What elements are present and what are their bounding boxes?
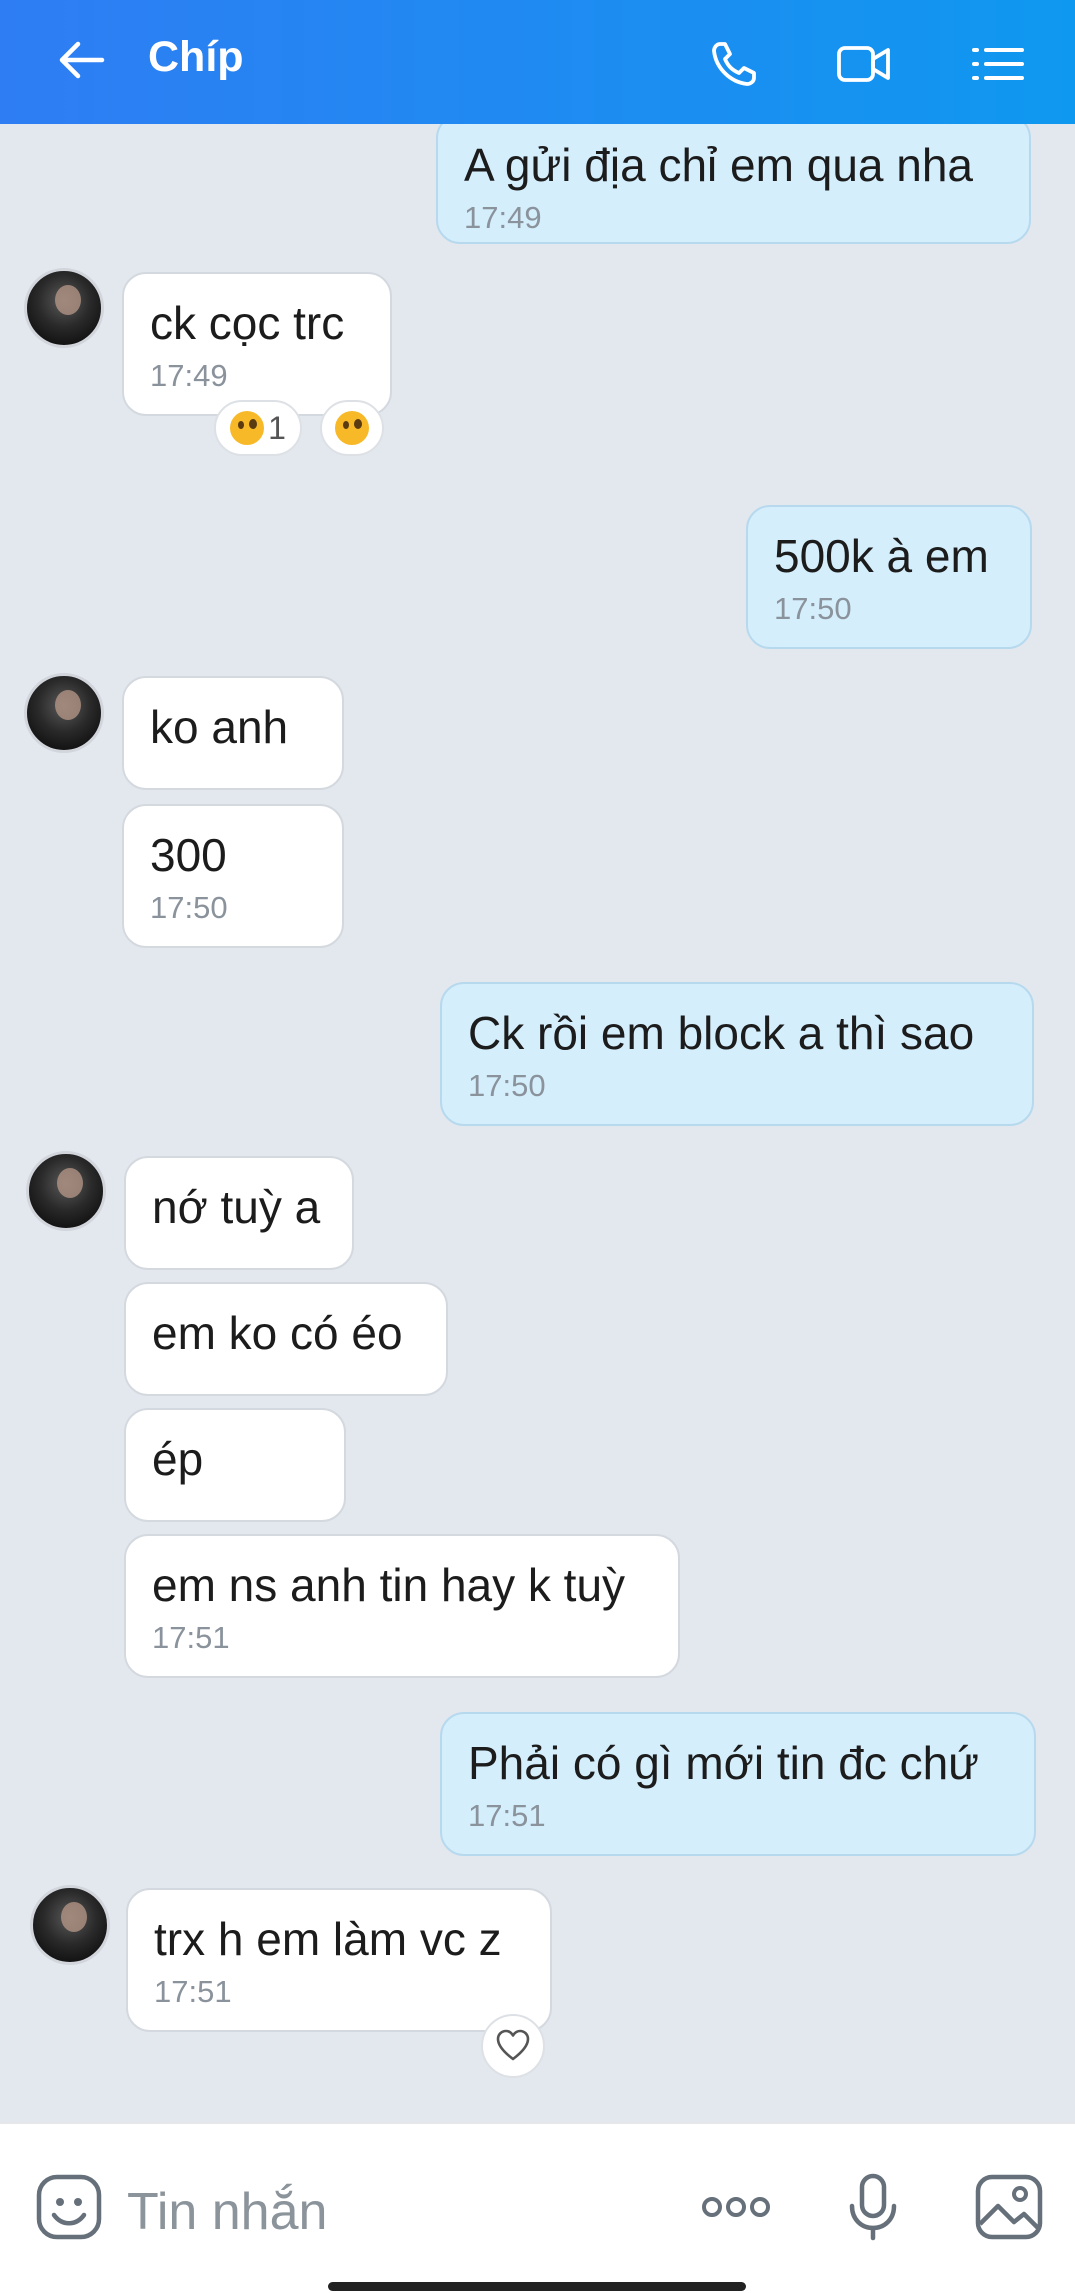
message-time: 17:51 <box>154 1974 232 2009</box>
flushed-face-icon <box>335 411 369 445</box>
message-time: 17:51 <box>468 1798 546 1833</box>
message-time: 17:50 <box>468 1068 546 1103</box>
outgoing-message[interactable]: Ck rồi em block a thì sao 17:50 <box>440 982 1034 1126</box>
incoming-message[interactable]: 300 17:50 <box>122 804 344 948</box>
reaction-badge[interactable]: 1 <box>214 400 302 456</box>
message-input[interactable]: Tin nhắn <box>127 2182 327 2242</box>
message-text: trx h em làm vc z <box>154 1913 502 1965</box>
flushed-face-icon <box>230 411 265 445</box>
incoming-message[interactable]: em ko có éo <box>124 1282 448 1396</box>
avatar[interactable] <box>30 1885 110 1965</box>
message-time: 17:49 <box>464 200 542 235</box>
message-text: ck cọc trc <box>150 297 345 349</box>
more-icon[interactable] <box>698 2172 774 2242</box>
sticker-icon[interactable] <box>34 2172 104 2242</box>
home-indicator[interactable] <box>328 2282 746 2291</box>
message-text: ép <box>152 1433 204 1485</box>
back-arrow-icon[interactable] <box>52 30 112 90</box>
reaction-button[interactable] <box>320 400 384 456</box>
message-text: A gửi địa chỉ em qua nha <box>464 139 974 191</box>
message-text: nớ tuỳ a <box>152 1181 321 1233</box>
message-text: em ns anh tin hay k tuỳ <box>152 1559 626 1611</box>
video-icon[interactable] <box>834 34 894 94</box>
contact-name[interactable]: Chíp <box>148 33 244 82</box>
avatar[interactable] <box>24 673 104 753</box>
incoming-message[interactable]: ép <box>124 1408 346 1522</box>
outgoing-message[interactable]: A gửi địa chỉ em qua nha 17:49 <box>436 124 1031 244</box>
incoming-message[interactable]: ko anh <box>122 676 344 790</box>
message-text: Ck rồi em block a thì sao <box>468 1007 975 1059</box>
avatar[interactable] <box>26 1151 106 1231</box>
outgoing-message[interactable]: Phải có gì mới tin đc chứ 17:51 <box>440 1712 1036 1856</box>
message-time: 17:49 <box>150 358 228 393</box>
menu-list-icon[interactable] <box>968 34 1028 94</box>
phone-icon[interactable] <box>704 34 764 94</box>
heart-icon <box>496 2029 530 2061</box>
react-heart-button[interactable] <box>481 2014 545 2078</box>
image-icon[interactable] <box>974 2172 1044 2242</box>
message-text: 300 <box>150 829 227 881</box>
message-time: 17:50 <box>774 591 852 626</box>
microphone-icon[interactable] <box>838 2172 908 2242</box>
reaction-count: 1 <box>268 409 286 446</box>
chat-header: Chíp <box>0 0 1075 124</box>
message-text: ko anh <box>150 701 289 753</box>
incoming-message[interactable]: ck cọc trc 17:49 <box>122 272 392 416</box>
avatar[interactable] <box>24 268 104 348</box>
incoming-message[interactable]: em ns anh tin hay k tuỳ 17:51 <box>124 1534 680 1678</box>
message-time: 17:50 <box>150 890 228 925</box>
incoming-message[interactable]: nớ tuỳ a <box>124 1156 354 1270</box>
message-time: 17:51 <box>152 1620 230 1655</box>
message-text: 500k à em <box>774 530 989 582</box>
incoming-message[interactable]: trx h em làm vc z 17:51 <box>126 1888 552 2032</box>
message-composer: Tin nhắn <box>0 2122 1075 2293</box>
message-text: Phải có gì mới tin đc chứ <box>468 1737 979 1789</box>
chat-screen: Chíp A gửi địa chỉ em qua nha 17:49 ck c… <box>0 0 1075 2293</box>
message-text: em ko có éo <box>152 1307 403 1359</box>
outgoing-message[interactable]: 500k à em 17:50 <box>746 505 1032 649</box>
message-list[interactable]: A gửi địa chỉ em qua nha 17:49 ck cọc tr… <box>0 124 1075 2122</box>
